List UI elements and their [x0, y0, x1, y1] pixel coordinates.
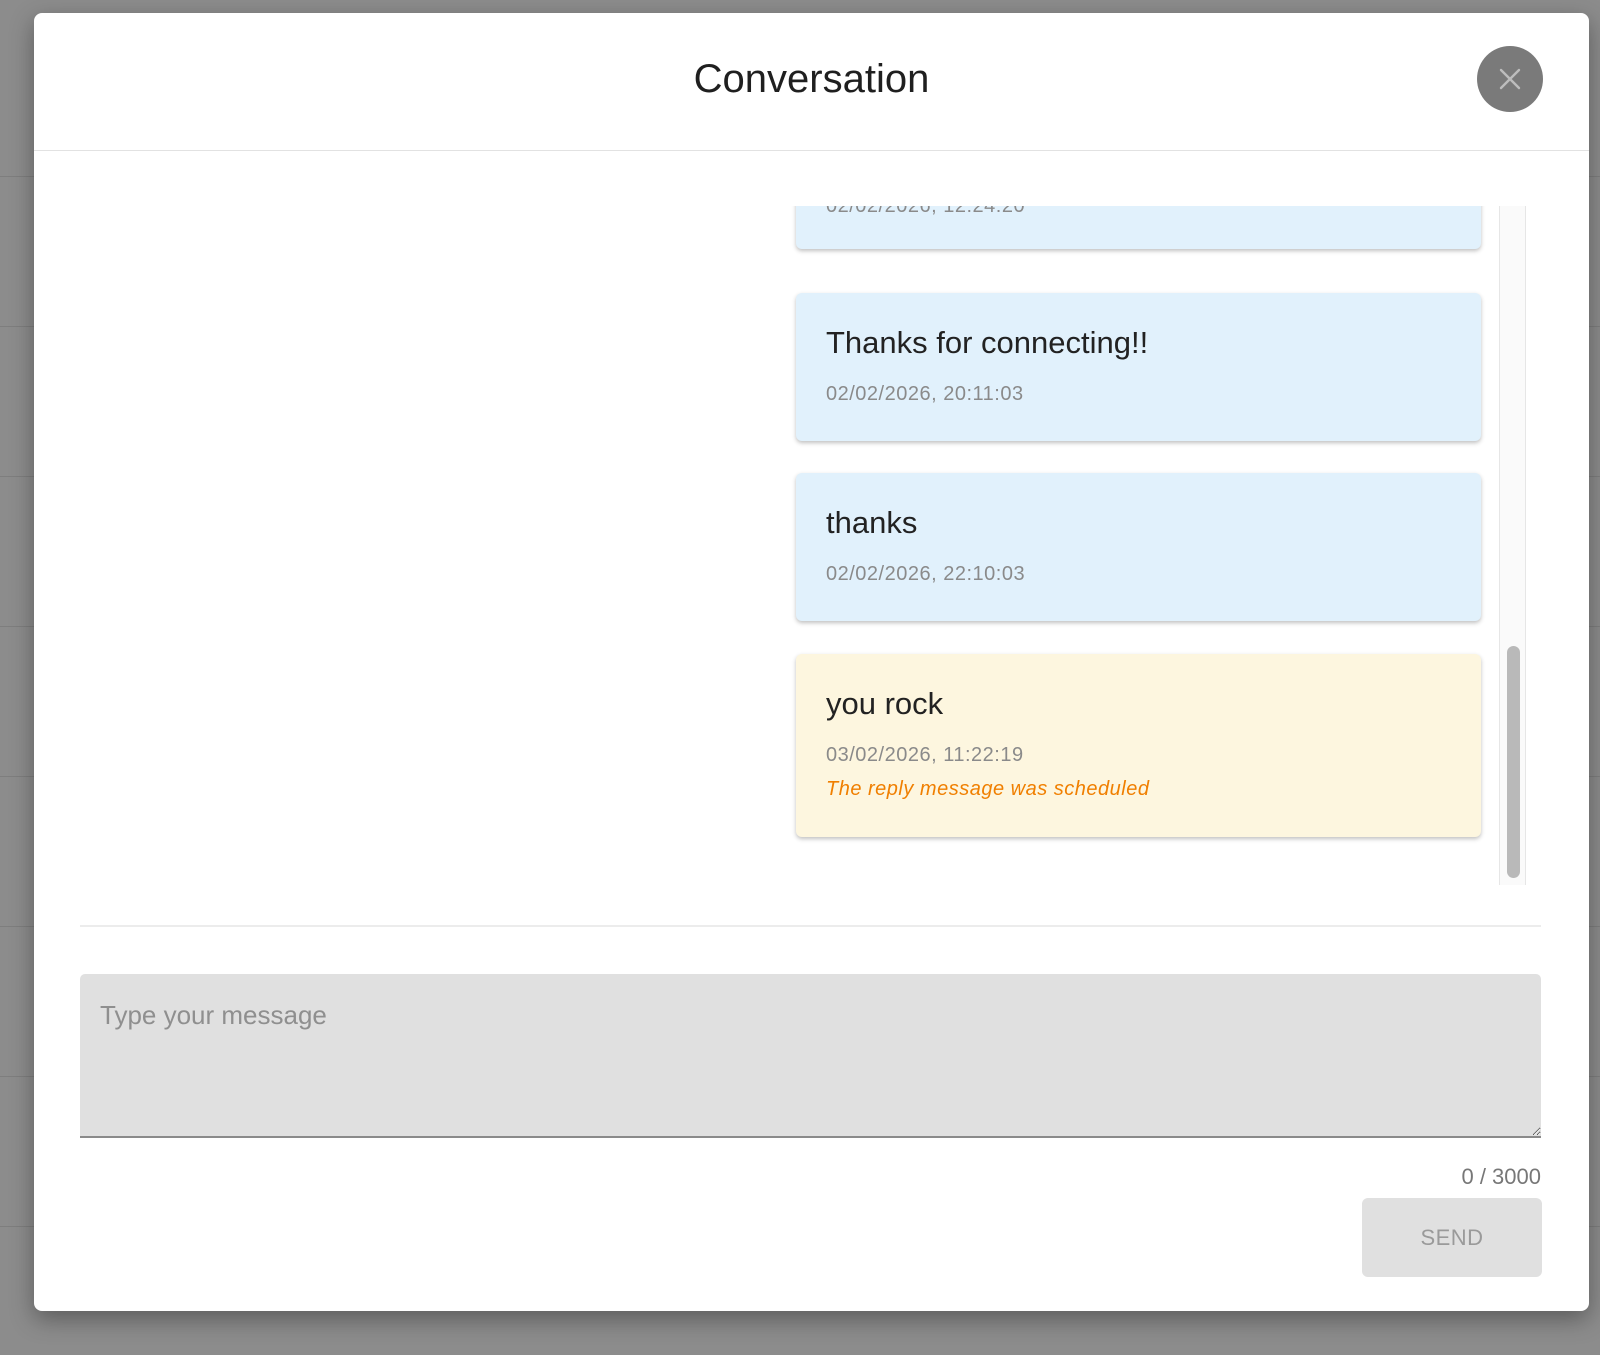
divider: [80, 925, 1541, 927]
scrollbar-thumb[interactable]: [1507, 646, 1520, 878]
message-timestamp: 02/02/2026, 22:10:03: [826, 563, 1026, 585]
conversation-dialog: Conversation 02/02/2026, 12:24:20 Thanks…: [34, 13, 1589, 1311]
character-counter: 0 / 3000: [1461, 1164, 1541, 1189]
close-button[interactable]: [1477, 46, 1543, 112]
message-timestamp: 03/02/2026, 11:22:19: [826, 744, 1024, 766]
message-text: thanks: [826, 505, 918, 540]
message-item: 02/02/2026, 12:24:20: [796, 206, 1481, 249]
scheduled-note: The reply message was scheduled: [826, 778, 1150, 800]
message-item: you rock 03/02/2026, 11:22:19 The reply …: [796, 654, 1481, 837]
message-text: you rock: [826, 686, 944, 721]
message-item: thanks 02/02/2026, 22:10:03: [796, 473, 1481, 621]
message-list[interactable]: 02/02/2026, 12:24:20 Thanks for connecti…: [34, 206, 1589, 898]
dialog-title: Conversation: [693, 57, 930, 101]
message-timestamp: 02/02/2026, 20:11:03: [826, 383, 1024, 405]
message-input[interactable]: [80, 974, 1541, 1138]
send-button[interactable]: SEND: [1362, 1198, 1542, 1277]
dialog-header: Conversation: [34, 13, 1589, 151]
message-timestamp: 02/02/2026, 12:24:20: [826, 206, 1026, 217]
message-text: Thanks for connecting!!: [826, 325, 1149, 360]
message-item: Thanks for connecting!! 02/02/2026, 20:1…: [796, 293, 1481, 441]
close-icon: [1499, 68, 1521, 90]
scrollbar-track[interactable]: [1499, 206, 1526, 885]
